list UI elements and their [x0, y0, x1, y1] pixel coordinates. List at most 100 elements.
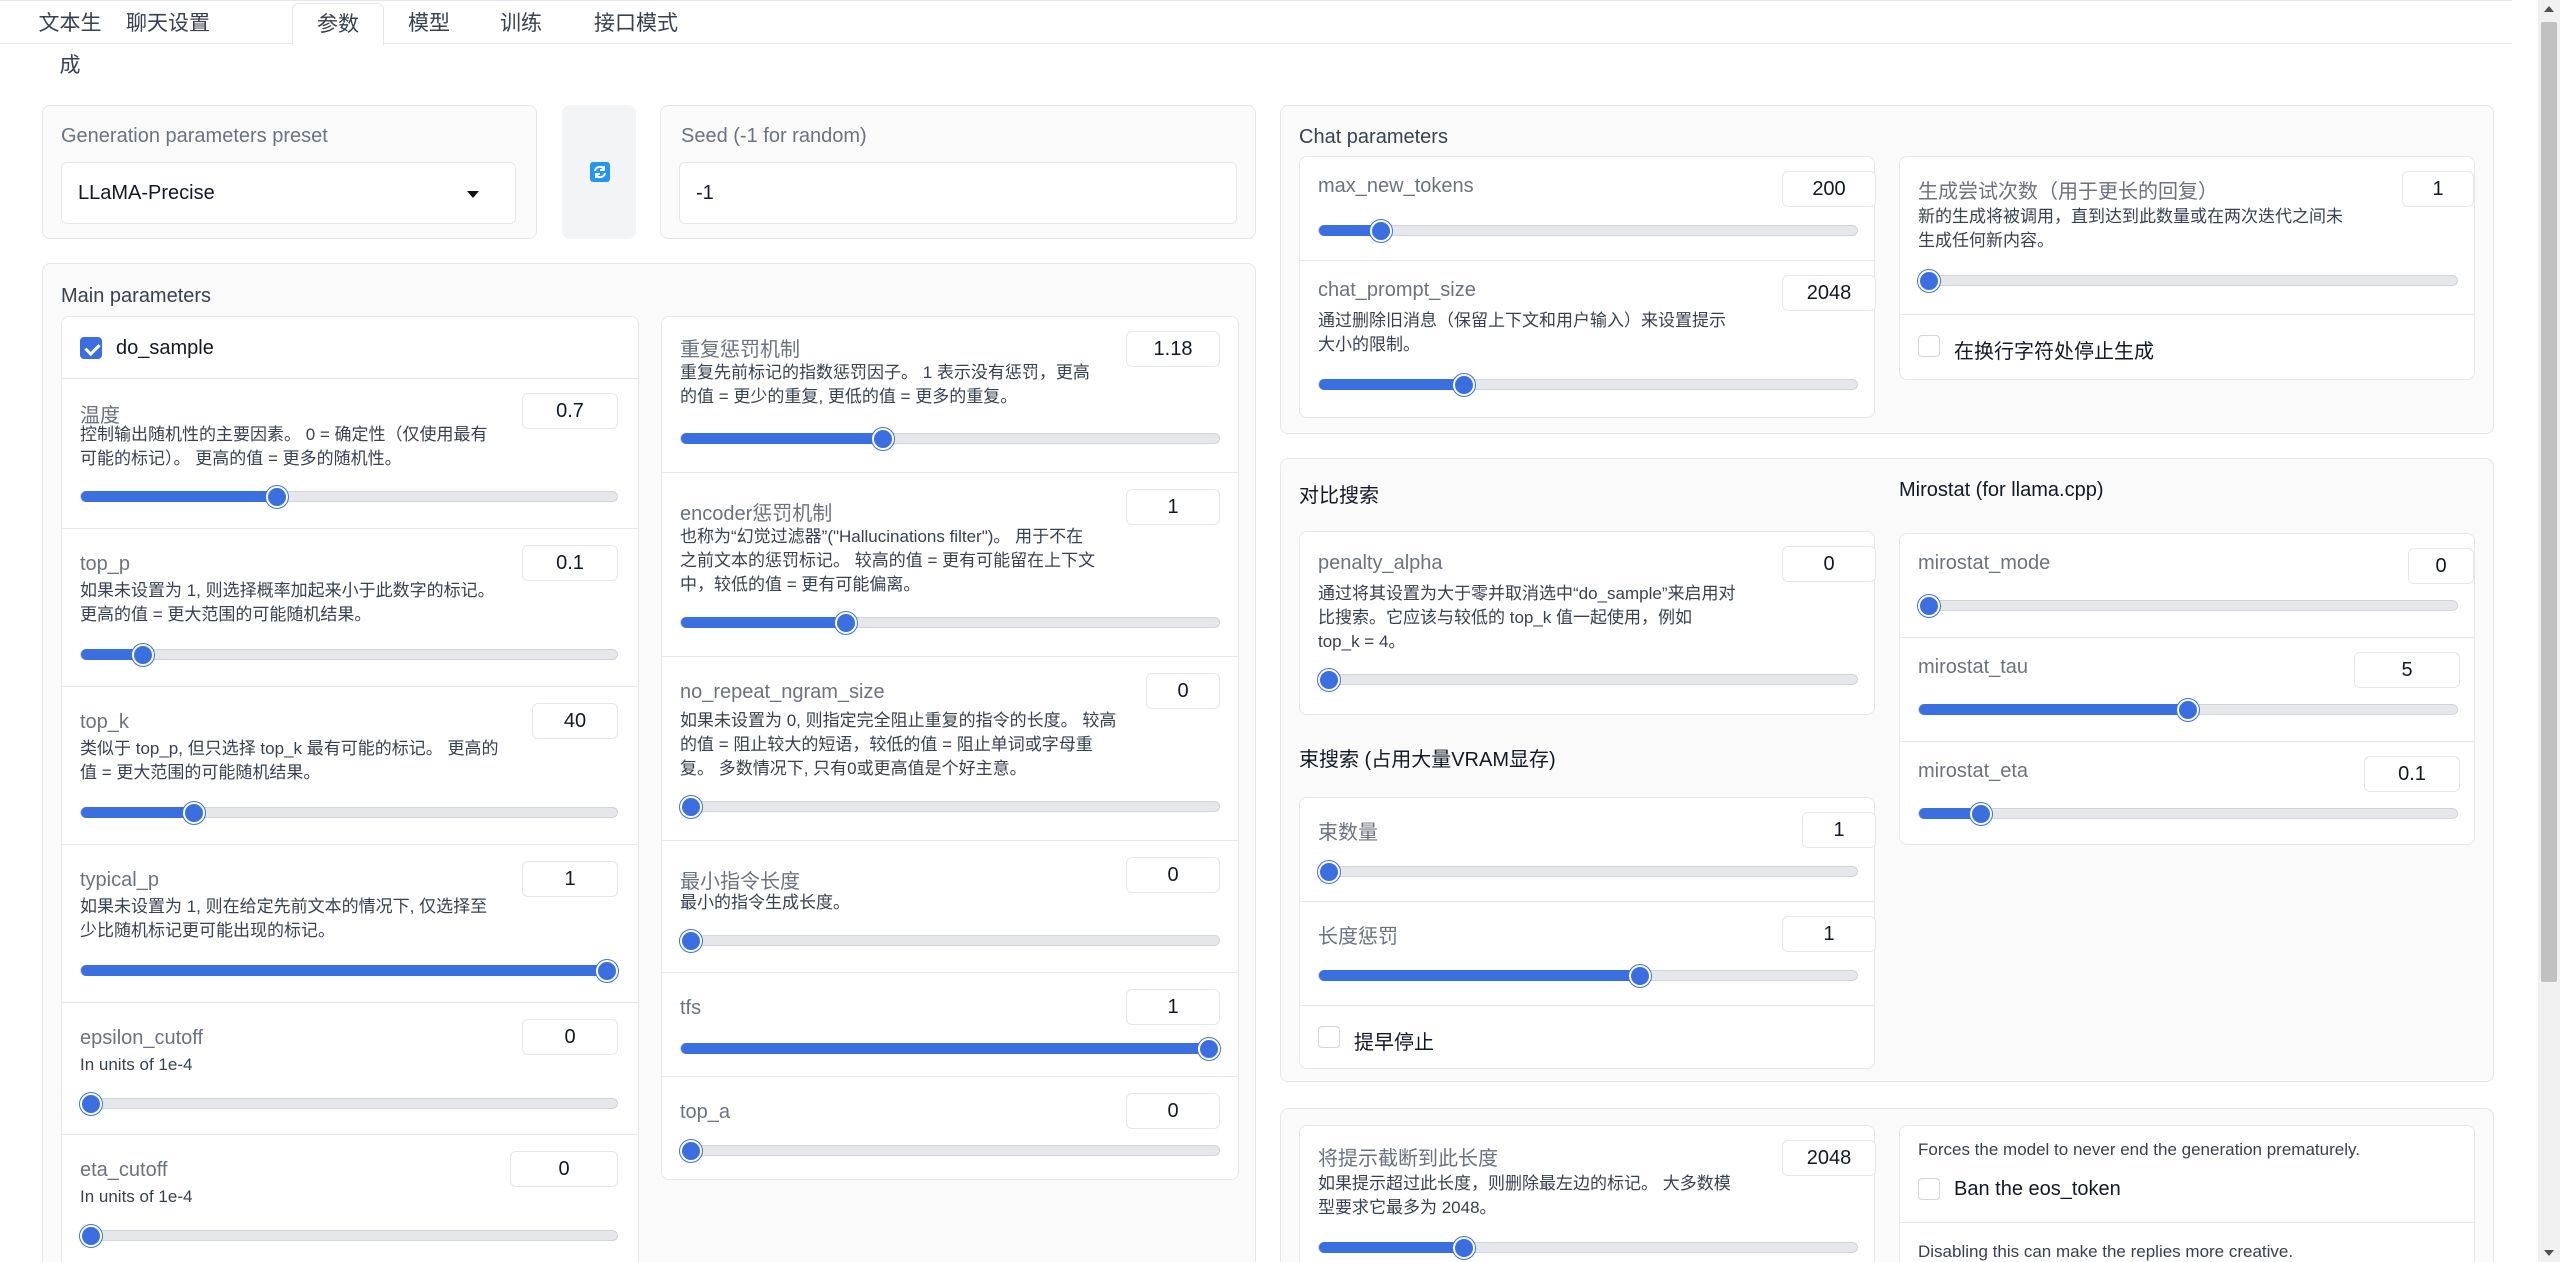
slider-handle[interactable] — [2177, 699, 2199, 721]
truncate-slider[interactable] — [1318, 1237, 1858, 1259]
tab-parameters[interactable]: 参数 — [292, 3, 384, 46]
tfs-slider[interactable] — [680, 1038, 1220, 1060]
eta-cutoff-slider[interactable] — [80, 1225, 618, 1247]
slider-handle[interactable] — [80, 1093, 102, 1115]
slider-handle[interactable] — [680, 1140, 702, 1162]
top-a-input[interactable]: 0 — [1126, 1093, 1220, 1129]
slider-handle[interactable] — [1198, 1038, 1220, 1060]
num-beams-input[interactable]: 1 — [1802, 812, 1876, 848]
mirostat-eta-slider[interactable] — [1918, 803, 2458, 825]
preset-label: Generation parameters preset — [61, 125, 328, 147]
repetition-penalty-slider[interactable] — [680, 428, 1220, 450]
slider-handle[interactable] — [871, 428, 894, 450]
stop-newline-checkbox[interactable] — [1918, 335, 1940, 357]
min-length-input[interactable]: 0 — [1126, 857, 1220, 893]
encoder-penalty-label: encoder惩罚机制 — [680, 503, 833, 525]
slider-handle[interactable] — [1452, 1237, 1475, 1259]
tab-interface-mode[interactable]: 接口模式 — [584, 3, 688, 45]
max-new-tokens-row: max_new_tokens 200 — [1300, 157, 1876, 261]
mirostat-mode-input[interactable]: 0 — [2408, 548, 2474, 584]
top-k-input[interactable]: 40 — [532, 703, 618, 739]
eos-box: Forces the model to never end the genera… — [1899, 1125, 2475, 1262]
chevron-down-icon — [467, 191, 479, 198]
slider-handle[interactable] — [596, 960, 618, 982]
slider-fill — [1319, 970, 1640, 981]
no-repeat-ngram-slider[interactable] — [680, 796, 1220, 818]
eta-cutoff-input[interactable]: 0 — [510, 1151, 618, 1187]
tab-text-generation[interactable]: 文本生成 — [30, 3, 110, 77]
tab-chat-settings[interactable]: 聊天设置 — [110, 3, 226, 45]
slider-handle[interactable] — [1628, 965, 1651, 987]
top-p-slider[interactable] — [80, 644, 618, 666]
early-stopping-checkbox[interactable] — [1318, 1026, 1340, 1048]
no-repeat-ngram-input[interactable]: 0 — [1146, 673, 1220, 709]
top-p-desc-1: 如果未设置为 1, 则选择概率加起来小于此数字的标记。 — [80, 581, 495, 600]
beam-search-title: 束搜索 (占用大量VRAM显存) — [1299, 749, 1556, 771]
tab-training[interactable]: 训练 — [490, 3, 552, 45]
slider-handle[interactable] — [680, 930, 702, 952]
penalty-alpha-slider[interactable] — [1318, 669, 1858, 691]
slider-handle[interactable] — [131, 644, 154, 666]
slider-handle[interactable] — [1318, 861, 1340, 883]
mirostat-tau-input[interactable]: 5 — [2354, 652, 2460, 688]
typical-p-slider[interactable] — [80, 960, 618, 982]
min-length-slider[interactable] — [680, 930, 1220, 952]
mirostat-tau-slider[interactable] — [1918, 699, 2458, 721]
encoder-penalty-input[interactable]: 1 — [1126, 489, 1220, 525]
epsilon-cutoff-desc: In units of 1e-4 — [80, 1055, 193, 1074]
slider-handle[interactable] — [265, 486, 288, 508]
slider-handle[interactable] — [1918, 595, 1940, 617]
generation-attempts-label: 生成尝试次数（用于更长的回复） — [1918, 181, 2218, 203]
truncate-input[interactable]: 2048 — [1782, 1140, 1876, 1176]
refresh-button[interactable] — [562, 105, 636, 239]
slider-handle[interactable] — [1452, 374, 1475, 396]
top-a-slider[interactable] — [680, 1140, 1220, 1162]
stop-newline-label: 在换行字符处停止生成 — [1954, 341, 2154, 363]
max-new-tokens-input[interactable]: 200 — [1782, 171, 1876, 207]
chat-prompt-size-slider[interactable] — [1318, 374, 1858, 396]
encoder-penalty-slider[interactable] — [680, 612, 1220, 634]
generation-attempts-input[interactable]: 1 — [2402, 171, 2474, 207]
ban-eos-checkbox[interactable] — [1918, 1178, 1940, 1200]
slider-handle[interactable] — [1318, 669, 1340, 691]
slider-handle[interactable] — [80, 1225, 102, 1247]
typical-p-input[interactable]: 1 — [522, 861, 618, 897]
tfs-input[interactable]: 1 — [1126, 989, 1220, 1025]
top-k-slider[interactable] — [80, 802, 618, 824]
max-new-tokens-label: max_new_tokens — [1318, 175, 1474, 197]
penalty-alpha-input[interactable]: 0 — [1782, 546, 1876, 582]
mirostat-tau-label: mirostat_tau — [1918, 656, 2029, 678]
repetition-penalty-desc-2: 的值 = 更少的重复, 更低的值 = 更多的重复。 — [680, 387, 1018, 406]
length-penalty-input[interactable]: 1 — [1782, 916, 1876, 952]
mirostat-eta-input[interactable]: 0.1 — [2364, 756, 2460, 792]
max-new-tokens-slider[interactable] — [1318, 220, 1858, 242]
length-penalty-slider[interactable] — [1318, 965, 1858, 987]
generation-attempts-slider[interactable] — [1918, 270, 2458, 292]
slider-handle[interactable] — [1369, 220, 1392, 242]
slider-handle[interactable] — [835, 612, 858, 634]
num-beams-slider[interactable] — [1318, 861, 1858, 883]
epsilon-cutoff-input[interactable]: 0 — [522, 1019, 618, 1055]
temperature-slider[interactable] — [80, 486, 618, 508]
scroll-down-icon[interactable] — [2544, 1250, 2554, 1256]
scroll-up-icon[interactable] — [2544, 6, 2554, 12]
slider-handle[interactable] — [1969, 803, 1992, 825]
preset-dropdown[interactable]: LLaMA-Precise — [61, 162, 516, 224]
epsilon-cutoff-slider[interactable] — [80, 1093, 618, 1115]
temperature-input[interactable]: 0.7 — [522, 393, 618, 429]
eos-desc: Forces the model to never end the genera… — [1918, 1140, 2360, 1159]
slider-handle[interactable] — [680, 796, 702, 818]
chat-prompt-size-input[interactable]: 2048 — [1782, 275, 1876, 311]
encoder-penalty-desc-2: 之前文本的惩罚标记。 较高的值 = 更有可能留在上下文 — [680, 551, 1096, 570]
top-p-input[interactable]: 0.1 — [522, 545, 618, 581]
mirostat-mode-slider[interactable] — [1918, 595, 2458, 617]
temperature-row: 温度 0.7 控制输出随机性的主要因素。 0 = 确定性（仅使用最有 可能的标记… — [62, 379, 638, 529]
slider-handle[interactable] — [183, 802, 206, 824]
slider-handle[interactable] — [1918, 270, 1940, 292]
repetition-penalty-input[interactable]: 1.18 — [1126, 331, 1220, 367]
page-scrollbar[interactable] — [2538, 0, 2560, 1262]
scrollbar-thumb[interactable] — [2541, 22, 2557, 982]
do-sample-checkbox[interactable] — [80, 337, 102, 359]
seed-input[interactable]: -1 — [679, 162, 1237, 224]
tab-model[interactable]: 模型 — [398, 3, 460, 45]
